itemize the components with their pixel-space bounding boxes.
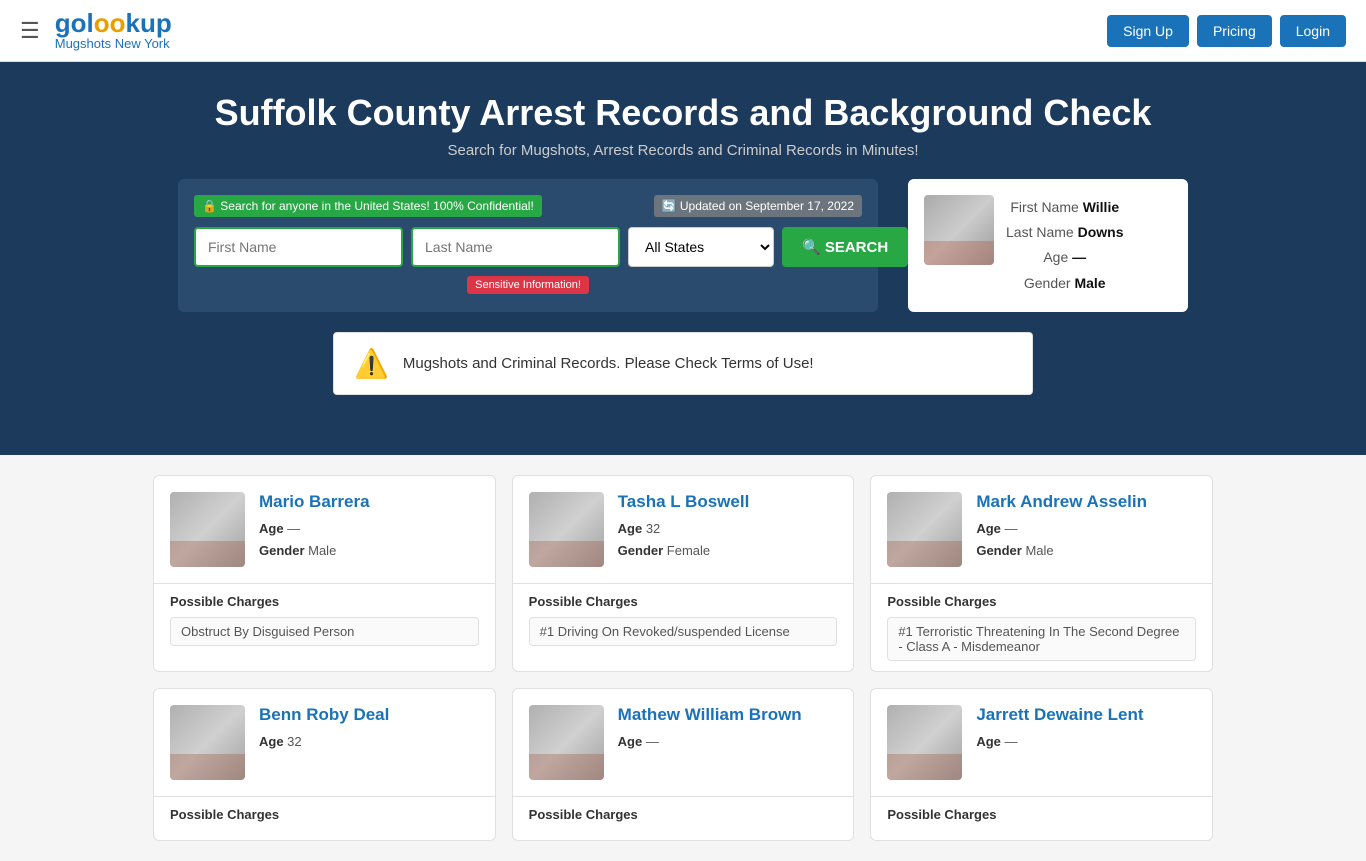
people-grid: Mario Barrera Age — Gender Male Possible… [153,475,1213,841]
warning-icon: ⚠️ [354,347,389,380]
card-top: Mario Barrera Age — Gender Male [154,476,495,583]
header-right: Sign Up Pricing Login [1107,15,1346,47]
person-avatar [887,705,962,780]
hamburger-menu-icon[interactable]: ☰ [20,18,40,44]
featured-last-name-row: Last Name Downs [1006,220,1123,245]
card-top: Jarrett Dewaine Lent Age — [871,689,1212,796]
card-charges: Possible Charges [154,797,495,840]
person-name[interactable]: Mario Barrera [259,492,370,512]
sensitive-label: Sensitive Information! [467,276,589,294]
person-age: Age — [618,731,802,753]
featured-first-name-row: First Name Willie [1006,195,1123,220]
search-box: 🔒 Search for anyone in the United States… [178,179,878,312]
confidential-label: 🔒 Search for anyone in the United States… [194,195,542,217]
pricing-button[interactable]: Pricing [1197,15,1272,47]
featured-age-row: Age — [1006,245,1123,270]
person-info: Mathew William Brown Age — [618,705,802,753]
updated-label: 🔄 Updated on September 17, 2022 [654,195,862,217]
charge-item: #1 Terroristic Threatening In The Second… [887,617,1196,661]
search-fields: All StatesAlabamaAlaskaArizonaArkansasCa… [194,227,862,267]
person-name[interactable]: Tasha L Boswell [618,492,750,512]
person-name[interactable]: Benn Roby Deal [259,705,389,725]
person-name[interactable]: Jarrett Dewaine Lent [976,705,1143,725]
header-left: ☰ golookup Mugshots New York [20,10,172,51]
charges-header: Possible Charges [529,807,838,822]
charges-header: Possible Charges [170,807,479,822]
card-top: Benn Roby Deal Age 32 [154,689,495,796]
card-top: Tasha L Boswell Age 32 Gender Female [513,476,854,583]
person-info: Tasha L Boswell Age 32 Gender Female [618,492,750,562]
featured-person-avatar [924,195,994,265]
login-button[interactable]: Login [1280,15,1346,47]
hero-section: Suffolk County Arrest Records and Backgr… [0,62,1366,455]
card-charges: Possible Charges #1 Driving On Revoked/s… [513,584,854,656]
person-age: Age — [259,518,370,540]
sensitive-badge: Sensitive Information! [194,275,862,294]
card-charges: Possible Charges Obstruct By Disguised P… [154,584,495,656]
card-top: Mark Andrew Asselin Age — Gender Male [871,476,1212,583]
person-age: Age — [976,731,1143,753]
card-charges: Possible Charges [513,797,854,840]
charges-header: Possible Charges [170,594,479,609]
person-info: Jarrett Dewaine Lent Age — [976,705,1143,753]
main-content: Mario Barrera Age — Gender Male Possible… [133,455,1233,861]
logo-text: golookup [55,10,172,36]
charges-header: Possible Charges [887,594,1196,609]
person-avatar [170,492,245,567]
person-result-card[interactable]: Benn Roby Deal Age 32 Possible Charges [153,688,496,841]
charges-header: Possible Charges [887,807,1196,822]
person-result-card[interactable]: Mathew William Brown Age — Possible Char… [512,688,855,841]
person-avatar [170,705,245,780]
warning-bar: ⚠️ Mugshots and Criminal Records. Please… [333,332,1033,395]
person-gender: Gender Female [618,540,750,562]
page-title: Suffolk County Arrest Records and Backgr… [20,92,1346,134]
logo-subtitle: Mugshots New York [55,36,172,51]
person-result-card[interactable]: Tasha L Boswell Age 32 Gender Female Pos… [512,475,855,672]
charge-item: Obstruct By Disguised Person [170,617,479,646]
featured-person-card: First Name Willie Last Name Downs Age — … [908,179,1188,312]
header: ☰ golookup Mugshots New York Sign Up Pri… [0,0,1366,62]
person-avatar [529,705,604,780]
person-age: Age 32 [618,518,750,540]
person-avatar [887,492,962,567]
person-name[interactable]: Mark Andrew Asselin [976,492,1147,512]
featured-person-info: First Name Willie Last Name Downs Age — … [1006,195,1123,296]
person-result-card[interactable]: Jarrett Dewaine Lent Age — Possible Char… [870,688,1213,841]
person-info: Mario Barrera Age — Gender Male [259,492,370,562]
person-gender: Gender Male [259,540,370,562]
card-charges: Possible Charges [871,797,1212,840]
featured-gender-row: Gender Male [1006,271,1123,296]
charges-header: Possible Charges [529,594,838,609]
hero-subtitle: Search for Mugshots, Arrest Records and … [20,142,1346,159]
person-info: Mark Andrew Asselin Age — Gender Male [976,492,1147,562]
warning-text: Mugshots and Criminal Records. Please Ch… [403,355,814,372]
person-age: Age 32 [259,731,389,753]
search-container: 🔒 Search for anyone in the United States… [20,179,1346,312]
person-result-card[interactable]: Mario Barrera Age — Gender Male Possible… [153,475,496,672]
person-avatar [529,492,604,567]
charge-item: #1 Driving On Revoked/suspended License [529,617,838,646]
search-top-bar: 🔒 Search for anyone in the United States… [194,195,862,217]
state-select[interactable]: All StatesAlabamaAlaskaArizonaArkansasCa… [628,227,774,267]
search-button[interactable]: 🔍 SEARCH [782,227,908,267]
person-info: Benn Roby Deal Age 32 [259,705,389,753]
last-name-input[interactable] [411,227,620,267]
signup-button[interactable]: Sign Up [1107,15,1189,47]
person-result-card[interactable]: Mark Andrew Asselin Age — Gender Male Po… [870,475,1213,672]
first-name-input[interactable] [194,227,403,267]
logo[interactable]: golookup Mugshots New York [55,10,172,51]
person-name[interactable]: Mathew William Brown [618,705,802,725]
person-gender: Gender Male [976,540,1147,562]
card-top: Mathew William Brown Age — [513,689,854,796]
card-charges: Possible Charges #1 Terroristic Threaten… [871,584,1212,671]
person-age: Age — [976,518,1147,540]
